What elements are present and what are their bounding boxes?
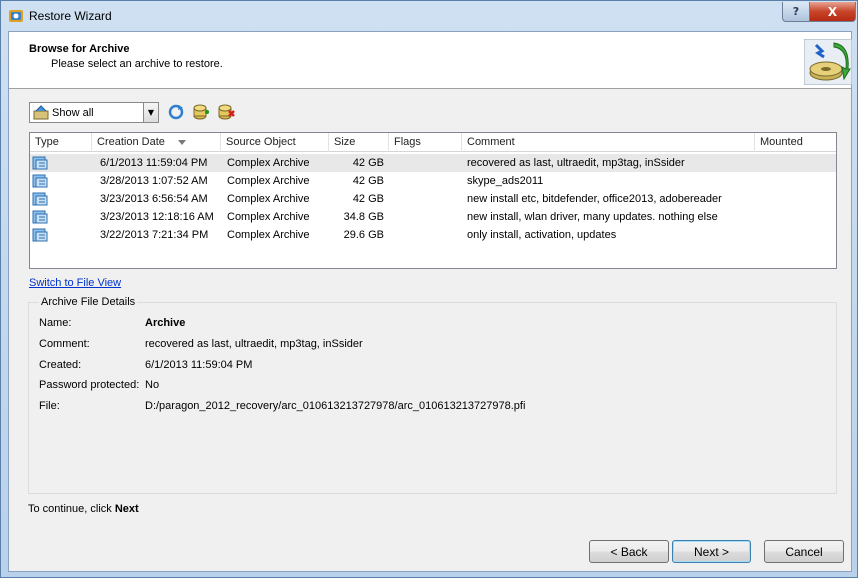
column-header-size[interactable]: Size (329, 133, 389, 152)
restore-wizard-icon (804, 39, 852, 85)
column-header-comment[interactable]: Comment (462, 133, 755, 152)
file-path-value: D:/paragon_2012_recovery/arc_01061321372… (145, 400, 526, 412)
details-title: Archive File Details (39, 296, 138, 308)
archive-type-icon (32, 174, 48, 188)
comment-label: Comment: (39, 338, 90, 350)
switch-to-file-view-link[interactable]: Switch to File View (29, 277, 121, 289)
column-header-creation-date[interactable]: Creation Date (92, 133, 221, 152)
cancel-button[interactable]: Cancel (764, 540, 844, 563)
back-button[interactable]: < Back (589, 540, 669, 563)
row-source: Complex Archive (227, 229, 310, 241)
wizard-client-area: Browse for Archive Please select an arch… (8, 31, 852, 572)
title-bar[interactable]: Restore Wizard ? X (1, 1, 857, 31)
archive-list[interactable]: Type Creation Date Source Object Size Fl… (29, 132, 837, 269)
row-comment: skype_ads2011 (467, 175, 544, 187)
column-header-flags[interactable]: Flags (389, 133, 462, 152)
created-label: Created: (39, 359, 82, 371)
archive-file-details: Archive File Details Name: Archive Comme… (28, 296, 837, 494)
continue-next-word: Next (114, 503, 139, 515)
table-row[interactable]: 6/1/2013 11:59:04 PM Complex Archive 42 … (30, 154, 836, 172)
column-header-source-object[interactable]: Source Object (221, 133, 329, 152)
page-subtitle: Please select an archive to restore. (51, 58, 223, 70)
name-label: Name: (39, 317, 72, 329)
row-source: Complex Archive (227, 193, 310, 205)
chevron-down-icon[interactable]: ▼ (143, 103, 158, 122)
row-size: 34.8 GB (343, 211, 384, 223)
archive-type-icon (32, 156, 48, 170)
comment-value: recovered as last, ultraedit, mp3tag, in… (145, 338, 363, 350)
table-row[interactable]: 3/28/2013 1:07:52 AM Complex Archive 42 … (30, 172, 836, 190)
refresh-icon[interactable] (167, 103, 185, 121)
next-button[interactable]: Next > (672, 540, 751, 563)
row-size: 42 GB (352, 193, 384, 205)
app-icon (9, 10, 23, 22)
row-source: Complex Archive (227, 211, 310, 223)
archive-type-icon (32, 192, 48, 206)
password-label: Password protected: (39, 379, 140, 391)
window-title: Restore Wizard (29, 9, 112, 23)
row-date: 3/22/2013 7:21:34 PM (100, 229, 209, 241)
continue-hint: To continue, click Next (28, 503, 139, 515)
row-source: Complex Archive (227, 157, 310, 169)
row-size: 29.6 GB (343, 229, 384, 241)
file-label: File: (39, 400, 60, 412)
name-value: Archive (145, 317, 186, 329)
page-title: Browse for Archive (29, 43, 130, 55)
column-header-creation-date-label: Creation Date (97, 136, 165, 148)
archive-type-icon (32, 228, 48, 242)
row-size: 42 GB (352, 175, 384, 187)
add-archive-icon[interactable] (192, 103, 210, 121)
archive-filter-select[interactable]: Show all ▼ (29, 102, 159, 123)
help-button[interactable]: ? (782, 2, 810, 22)
row-comment: new install etc, bitdefender, office2013… (467, 193, 722, 205)
row-date: 3/23/2013 12:18:16 AM (100, 211, 214, 223)
row-date: 3/28/2013 1:07:52 AM (100, 175, 208, 187)
column-header-mounted[interactable]: Mounted (755, 133, 836, 152)
restore-wizard-window: Restore Wizard ? X Browse for Archive Pl… (0, 0, 858, 578)
row-date: 3/23/2013 6:56:54 AM (100, 193, 208, 205)
wizard-header: Browse for Archive Please select an arch… (9, 32, 852, 89)
column-header-type[interactable]: Type (30, 133, 92, 152)
row-comment: new install, wlan driver, many updates. … (467, 211, 718, 223)
archive-type-icon (32, 210, 48, 224)
row-date: 6/1/2013 11:59:04 PM (100, 157, 208, 169)
remove-archive-icon[interactable] (217, 103, 235, 121)
table-row[interactable]: 3/22/2013 7:21:34 PM Complex Archive 29.… (30, 226, 836, 244)
filter-selected-value: Show all (52, 106, 94, 119)
row-comment: recovered as last, ultraedit, mp3tag, in… (467, 157, 685, 169)
archive-list-header: Type Creation Date Source Object Size Fl… (30, 133, 836, 152)
table-row[interactable]: 3/23/2013 6:56:54 AM Complex Archive 42 … (30, 190, 836, 208)
close-button[interactable]: X (809, 2, 856, 22)
filter-archive-icon (33, 104, 49, 119)
continue-text: To continue, click (28, 503, 112, 515)
row-comment: only install, activation, updates (467, 229, 617, 241)
row-source: Complex Archive (227, 175, 310, 187)
created-value: 6/1/2013 11:59:04 PM (145, 359, 253, 371)
password-value: No (145, 379, 160, 391)
sort-descending-icon (178, 140, 186, 145)
row-size: 42 GB (352, 157, 384, 169)
table-row[interactable]: 3/23/2013 12:18:16 AM Complex Archive 34… (30, 208, 836, 226)
